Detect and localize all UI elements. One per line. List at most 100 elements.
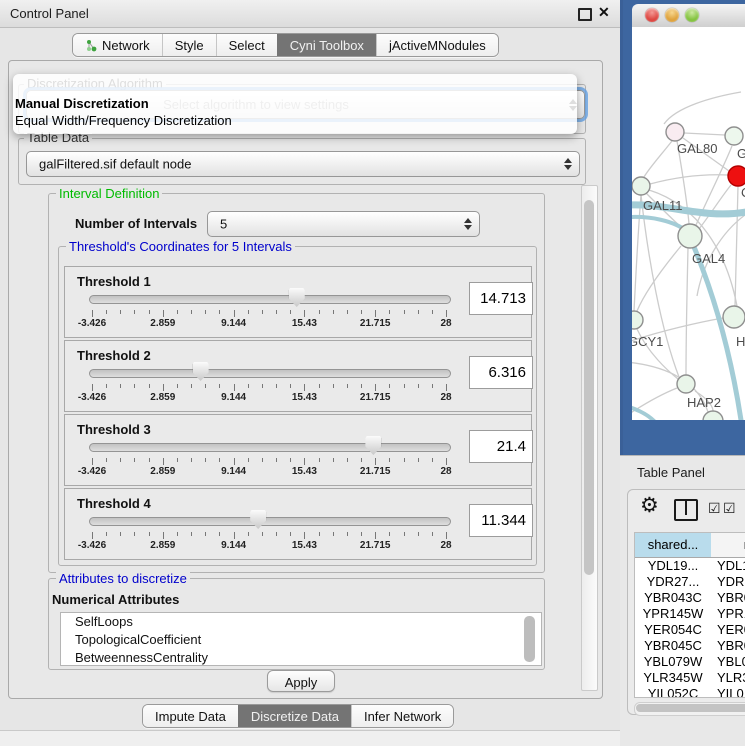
threshold-value-field[interactable]: 6.316 — [469, 356, 533, 389]
network-node-gcy1[interactable] — [632, 311, 643, 329]
table-column-header[interactable]: na — [711, 533, 745, 558]
table-hscrollbar-thumb[interactable] — [636, 704, 745, 712]
network-node-ga[interactable] — [725, 127, 743, 145]
network-node-gal11[interactable] — [632, 177, 650, 195]
network-node-c[interactable] — [728, 166, 745, 186]
table-cell[interactable]: YDL19... — [635, 558, 711, 574]
table-cell[interactable]: YLR345W — [635, 670, 711, 686]
tab-discretize-data[interactable]: Discretize Data — [238, 705, 351, 727]
algorithm-popup-item[interactable]: Equal Width/Frequency Discretization — [15, 113, 232, 128]
minor-tick — [134, 384, 135, 388]
slider-thumb[interactable] — [250, 510, 266, 529]
slider-thumb[interactable] — [193, 362, 209, 381]
close-traffic-light-icon[interactable] — [645, 8, 659, 22]
table-cell[interactable]: YDR27... — [635, 574, 711, 590]
slider-track[interactable] — [89, 295, 451, 304]
network-edge[interactable] — [664, 92, 741, 124]
minor-tick — [290, 310, 291, 314]
threshold-value-field[interactable]: 14.713 — [469, 282, 533, 315]
major-tick — [163, 458, 164, 465]
network-window-titlebar[interactable] — [632, 4, 745, 28]
apply-button[interactable]: Apply — [267, 670, 335, 692]
minor-tick — [418, 458, 419, 462]
network-node-hap2[interactable] — [677, 375, 695, 393]
network-graph[interactable]: GAL80GACGAL11GAL4GCY1HHAP2 — [632, 27, 745, 420]
tick-label: -3.426 — [62, 392, 122, 403]
algorithm-dropdown-popup: Manual Discretization Equal Width/Frequen… — [13, 74, 577, 134]
tab-style[interactable]: Style — [162, 34, 216, 56]
combo-stepper-icon[interactable] — [564, 158, 571, 170]
table-cell[interactable]: YBL079W — [635, 654, 711, 670]
threshold-value-field[interactable]: 21.4 — [469, 430, 533, 463]
table-cell[interactable]: YER0 — [711, 622, 745, 638]
slider-track[interactable] — [89, 369, 451, 378]
attribute-list-item[interactable]: SelfLoops — [61, 613, 541, 631]
table-cell[interactable]: YBR043C — [635, 590, 711, 606]
threshold-value-field[interactable]: 11.344 — [469, 504, 533, 537]
network-node-label: H — [736, 334, 745, 349]
network-node-h[interactable] — [723, 306, 745, 328]
table-cell[interactable]: YBR0 — [711, 590, 745, 606]
slider-thumb[interactable] — [289, 288, 305, 307]
slider-track[interactable] — [89, 517, 451, 526]
major-tick — [375, 532, 376, 539]
tab-infer-network[interactable]: Infer Network — [351, 705, 453, 727]
slider-thumb[interactable] — [365, 436, 381, 455]
network-node-gal4[interactable] — [678, 224, 702, 248]
checkbox-icon[interactable]: ☑ — [708, 501, 721, 515]
tab-impute-data[interactable]: Impute Data — [143, 705, 238, 727]
slider-track[interactable] — [89, 443, 451, 452]
network-edge-highlighted[interactable] — [632, 404, 656, 420]
network-edge[interactable] — [637, 246, 681, 311]
gear-icon[interactable]: ⚙ — [640, 493, 659, 518]
float-window-icon[interactable] — [578, 8, 592, 21]
network-node[interactable] — [703, 411, 723, 420]
panel-scrollbar-thumb[interactable] — [584, 200, 594, 575]
table-cell[interactable]: YBR0 — [711, 638, 745, 654]
table-data-combobox[interactable]: galFiltered.sif default node — [26, 151, 580, 177]
attribute-list-item[interactable]: BetweennessCentrality — [61, 649, 541, 666]
table-cell[interactable]: YBR045C — [635, 638, 711, 654]
table-cell[interactable]: YER054C — [635, 622, 711, 638]
table-column-header[interactable]: shared... — [635, 533, 712, 558]
network-edge[interactable] — [634, 195, 641, 311]
table-cell[interactable]: YPR145W — [635, 606, 711, 622]
zoom-traffic-light-icon[interactable] — [685, 8, 699, 22]
table-cell[interactable]: YPR1 — [711, 606, 745, 622]
network-edge[interactable] — [684, 133, 725, 135]
attribute-list-item[interactable]: TopologicalCoefficient — [61, 631, 541, 649]
tick-label: 28 — [416, 392, 476, 403]
network-canvas[interactable]: GAL80GACGAL11GAL4GCY1HHAP2 — [632, 27, 745, 420]
tab-network[interactable]: Network — [73, 34, 162, 56]
minimize-traffic-light-icon[interactable] — [665, 8, 679, 22]
table-cell[interactable]: YDL1 — [711, 558, 745, 574]
attributes-list-scrollbar[interactable] — [524, 616, 535, 662]
close-icon[interactable]: ✕ — [598, 4, 610, 21]
node-attribute-table[interactable]: shared...naYDL19...YDL1YDR27...YDR2YBR04… — [634, 532, 745, 698]
tab-jactivemnodules[interactable]: jActiveMNodules — [376, 34, 498, 56]
table-cell[interactable]: YBL0 — [711, 654, 745, 670]
table-cell[interactable]: YIL052C — [635, 686, 711, 698]
table-cell[interactable]: YDR2 — [711, 574, 745, 590]
tick-label: 15.43 — [274, 540, 334, 551]
network-node-gal80[interactable] — [666, 123, 684, 141]
network-edge[interactable] — [644, 141, 672, 177]
tab-select[interactable]: Select — [216, 34, 277, 56]
split-columns-icon[interactable] — [674, 499, 698, 521]
checkbox-icon[interactable]: ☑ — [723, 501, 736, 515]
network-edge[interactable] — [686, 248, 688, 375]
network-edge[interactable] — [735, 186, 738, 306]
tick-label: 9.144 — [204, 318, 264, 329]
table-cell[interactable]: YLR3 — [711, 670, 745, 686]
number-of-intervals-combobox[interactable]: 5 — [207, 211, 480, 237]
major-tick — [92, 458, 93, 465]
combo-stepper-icon[interactable] — [464, 218, 471, 230]
tab-cyni-toolbox[interactable]: Cyni Toolbox — [277, 34, 376, 56]
algorithm-popup-item[interactable]: Manual Discretization — [15, 96, 149, 111]
tick-label: 28 — [416, 318, 476, 329]
interval-definition-title: Interval Definition — [56, 187, 162, 200]
major-tick — [304, 458, 305, 465]
numerical-attributes-list[interactable]: SelfLoopsTopologicalCoefficientBetweenne… — [60, 612, 542, 666]
table-cell[interactable]: YIL0 — [711, 686, 745, 698]
minor-tick — [319, 532, 320, 536]
